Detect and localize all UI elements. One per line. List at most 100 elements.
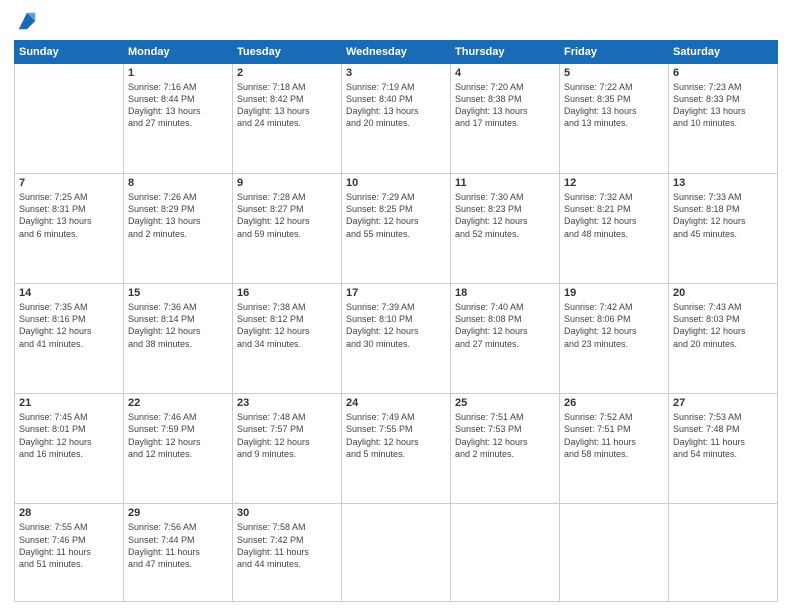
cell-info: Sunrise: 7:22 AM Sunset: 8:35 PM Dayligh… [564, 81, 664, 130]
day-number: 13 [673, 177, 773, 189]
calendar-cell: 2 Sunrise: 7:18 AM Sunset: 8:42 PM Daylig… [233, 64, 342, 174]
calendar-cell: 29 Sunrise: 7:56 AM Sunset: 7:44 PM Dayli… [124, 504, 233, 602]
calendar-cell: 26Sunrise: 7:52 AM Sunset: 7:51 PM Dayli… [560, 394, 669, 504]
week-row: 7 Sunrise: 7:25 AM Sunset: 8:31 PM Daylig… [15, 174, 778, 284]
cell-info: Sunrise: 7:52 AM Sunset: 7:51 PM Dayligh… [564, 411, 664, 460]
day-number: 23 [237, 397, 337, 409]
day-number: 7 [19, 177, 119, 189]
calendar-cell: 16 Sunrise: 7:38 AM Sunset: 8:12 PM Dayli… [233, 284, 342, 394]
cell-info: Sunrise: 7:51 AM Sunset: 7:53 PM Dayligh… [455, 411, 555, 460]
header-monday: Monday [124, 41, 233, 64]
day-number: 19 [564, 287, 664, 299]
cell-info: Sunrise: 7:40 AM Sunset: 8:08 PM Dayligh… [455, 301, 555, 350]
calendar-cell [669, 504, 778, 602]
calendar-cell: 24Sunrise: 7:49 AM Sunset: 7:55 PM Dayli… [342, 394, 451, 504]
cell-info: Sunrise: 7:43 AM Sunset: 8:03 PM Dayligh… [673, 301, 773, 350]
week-row: 14Sunrise: 7:35 AM Sunset: 8:16 PM Dayli… [15, 284, 778, 394]
logo-icon [16, 10, 38, 32]
header-saturday: Saturday [669, 41, 778, 64]
calendar-cell: 6 Sunrise: 7:23 AM Sunset: 8:33 PM Daylig… [669, 64, 778, 174]
cell-info: Sunrise: 7:16 AM Sunset: 8:44 PM Dayligh… [128, 81, 228, 130]
weekday-header-row: Sunday Monday Tuesday Wednesday Thursday… [15, 41, 778, 64]
calendar-cell: 25Sunrise: 7:51 AM Sunset: 7:53 PM Dayli… [451, 394, 560, 504]
cell-info: Sunrise: 7:55 AM Sunset: 7:46 PM Dayligh… [19, 521, 119, 570]
day-number: 5 [564, 67, 664, 79]
cell-info: Sunrise: 7:19 AM Sunset: 8:40 PM Dayligh… [346, 81, 446, 130]
day-number: 16 [237, 287, 337, 299]
day-number: 11 [455, 177, 555, 189]
day-number: 28 [19, 507, 119, 519]
calendar-cell: 20 Sunrise: 7:43 AM Sunset: 8:03 PM Dayli… [669, 284, 778, 394]
day-number: 12 [564, 177, 664, 189]
cell-info: Sunrise: 7:53 AM Sunset: 7:48 PM Dayligh… [673, 411, 773, 460]
calendar-cell [560, 504, 669, 602]
cell-info: Sunrise: 7:45 AM Sunset: 8:01 PM Dayligh… [19, 411, 119, 460]
calendar-table: Sunday Monday Tuesday Wednesday Thursday… [14, 40, 778, 602]
cell-info: Sunrise: 7:30 AM Sunset: 8:23 PM Dayligh… [455, 191, 555, 240]
calendar-cell [451, 504, 560, 602]
week-row: 1 Sunrise: 7:16 AM Sunset: 8:44 PM Daylig… [15, 64, 778, 174]
cell-info: Sunrise: 7:28 AM Sunset: 8:27 PM Dayligh… [237, 191, 337, 240]
calendar-cell: 9 Sunrise: 7:28 AM Sunset: 8:27 PM Daylig… [233, 174, 342, 284]
calendar-cell: 14Sunrise: 7:35 AM Sunset: 8:16 PM Dayli… [15, 284, 124, 394]
calendar-cell: 27 Sunrise: 7:53 AM Sunset: 7:48 PM Dayli… [669, 394, 778, 504]
cell-info: Sunrise: 7:39 AM Sunset: 8:10 PM Dayligh… [346, 301, 446, 350]
day-number: 30 [237, 507, 337, 519]
day-number: 21 [19, 397, 119, 409]
day-number: 14 [19, 287, 119, 299]
calendar-cell: 12 Sunrise: 7:32 AM Sunset: 8:21 PM Dayli… [560, 174, 669, 284]
cell-info: Sunrise: 7:29 AM Sunset: 8:25 PM Dayligh… [346, 191, 446, 240]
cell-info: Sunrise: 7:26 AM Sunset: 8:29 PM Dayligh… [128, 191, 228, 240]
cell-info: Sunrise: 7:25 AM Sunset: 8:31 PM Dayligh… [19, 191, 119, 240]
calendar-cell: 13Sunrise: 7:33 AM Sunset: 8:18 PM Dayli… [669, 174, 778, 284]
day-number: 20 [673, 287, 773, 299]
cell-info: Sunrise: 7:49 AM Sunset: 7:55 PM Dayligh… [346, 411, 446, 460]
calendar-cell: 8 Sunrise: 7:26 AM Sunset: 8:29 PM Daylig… [124, 174, 233, 284]
cell-info: Sunrise: 7:36 AM Sunset: 8:14 PM Dayligh… [128, 301, 228, 350]
calendar-cell [342, 504, 451, 602]
calendar-cell: 7 Sunrise: 7:25 AM Sunset: 8:31 PM Daylig… [15, 174, 124, 284]
calendar-cell: 21 Sunrise: 7:45 AM Sunset: 8:01 PM Dayli… [15, 394, 124, 504]
cell-info: Sunrise: 7:48 AM Sunset: 7:57 PM Dayligh… [237, 411, 337, 460]
header-wednesday: Wednesday [342, 41, 451, 64]
header-thursday: Thursday [451, 41, 560, 64]
header-sunday: Sunday [15, 41, 124, 64]
day-number: 10 [346, 177, 446, 189]
day-number: 3 [346, 67, 446, 79]
day-number: 9 [237, 177, 337, 189]
day-number: 1 [128, 67, 228, 79]
cell-info: Sunrise: 7:23 AM Sunset: 8:33 PM Dayligh… [673, 81, 773, 130]
calendar-cell: 28 Sunrise: 7:55 AM Sunset: 7:46 PM Dayli… [15, 504, 124, 602]
calendar-cell: 10 Sunrise: 7:29 AM Sunset: 8:25 PM Dayli… [342, 174, 451, 284]
cell-info: Sunrise: 7:18 AM Sunset: 8:42 PM Dayligh… [237, 81, 337, 130]
cell-info: Sunrise: 7:32 AM Sunset: 8:21 PM Dayligh… [564, 191, 664, 240]
day-number: 22 [128, 397, 228, 409]
logo [14, 10, 38, 32]
day-number: 6 [673, 67, 773, 79]
calendar-cell: 22 Sunrise: 7:46 AM Sunset: 7:59 PM Dayli… [124, 394, 233, 504]
calendar-cell: 15 Sunrise: 7:36 AM Sunset: 8:14 PM Dayli… [124, 284, 233, 394]
cell-info: Sunrise: 7:42 AM Sunset: 8:06 PM Dayligh… [564, 301, 664, 350]
cell-info: Sunrise: 7:38 AM Sunset: 8:12 PM Dayligh… [237, 301, 337, 350]
day-number: 29 [128, 507, 228, 519]
day-number: 18 [455, 287, 555, 299]
calendar-cell: 3 Sunrise: 7:19 AM Sunset: 8:40 PM Daylig… [342, 64, 451, 174]
cell-info: Sunrise: 7:46 AM Sunset: 7:59 PM Dayligh… [128, 411, 228, 460]
day-number: 15 [128, 287, 228, 299]
cell-info: Sunrise: 7:56 AM Sunset: 7:44 PM Dayligh… [128, 521, 228, 570]
calendar-cell: 17 Sunrise: 7:39 AM Sunset: 8:10 PM Dayli… [342, 284, 451, 394]
day-number: 2 [237, 67, 337, 79]
day-number: 8 [128, 177, 228, 189]
header-tuesday: Tuesday [233, 41, 342, 64]
week-row: 21 Sunrise: 7:45 AM Sunset: 8:01 PM Dayli… [15, 394, 778, 504]
calendar-cell: 11 Sunrise: 7:30 AM Sunset: 8:23 PM Dayli… [451, 174, 560, 284]
page: Sunday Monday Tuesday Wednesday Thursday… [0, 0, 792, 612]
calendar-cell: 4Sunrise: 7:20 AM Sunset: 8:38 PM Daylig… [451, 64, 560, 174]
header-friday: Friday [560, 41, 669, 64]
calendar-cell: 19 Sunrise: 7:42 AM Sunset: 8:06 PM Dayli… [560, 284, 669, 394]
calendar-cell: 23 Sunrise: 7:48 AM Sunset: 7:57 PM Dayli… [233, 394, 342, 504]
calendar-cell [15, 64, 124, 174]
day-number: 17 [346, 287, 446, 299]
day-number: 27 [673, 397, 773, 409]
calendar-cell: 30Sunrise: 7:58 AM Sunset: 7:42 PM Dayli… [233, 504, 342, 602]
